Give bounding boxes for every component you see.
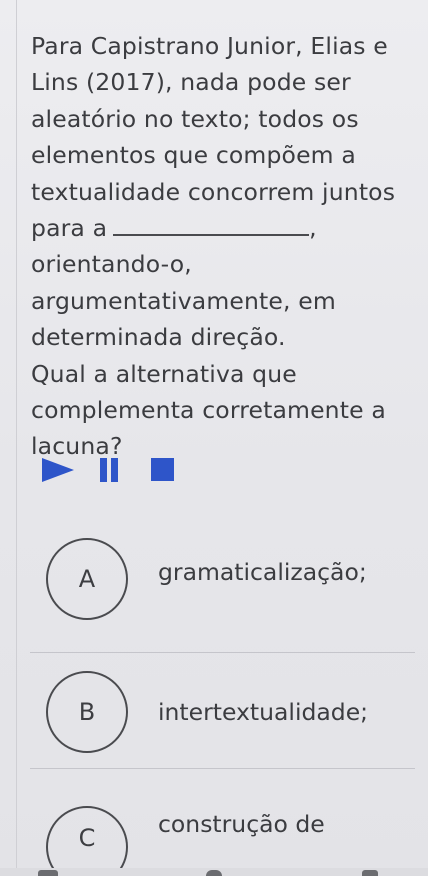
option-divider bbox=[30, 768, 415, 769]
recents-icon[interactable] bbox=[362, 870, 378, 876]
system-navigation-bar bbox=[0, 868, 428, 876]
option-c[interactable]: C construção de bbox=[46, 806, 416, 876]
question-lead: Para Capistrano Junior, Elias e Lins (20… bbox=[31, 32, 396, 243]
option-c-text[interactable]: construção de bbox=[158, 810, 325, 838]
answer-blank bbox=[113, 214, 310, 237]
option-a-circle[interactable]: A bbox=[46, 538, 128, 620]
question-prompt: Qual a alternativa que complementa corre… bbox=[31, 359, 386, 461]
option-a-text[interactable]: gramaticalização; bbox=[158, 558, 367, 586]
stop-icon[interactable] bbox=[151, 458, 174, 481]
home-icon[interactable] bbox=[206, 870, 222, 876]
option-divider bbox=[30, 652, 415, 653]
left-border-rule bbox=[16, 0, 17, 876]
blank-comma: , bbox=[309, 214, 317, 243]
play-icon[interactable] bbox=[42, 458, 74, 482]
question-continuation: orientando-o, argumentativamente, em det… bbox=[31, 250, 336, 352]
pause-icon[interactable] bbox=[99, 458, 121, 482]
option-b-circle[interactable]: B bbox=[46, 671, 128, 753]
back-icon[interactable] bbox=[38, 870, 58, 876]
option-b-text[interactable]: intertextualidade; bbox=[158, 698, 368, 726]
question-statement: Para Capistrano Junior, Elias e Lins (20… bbox=[31, 28, 423, 356]
option-a[interactable]: A gramaticalização; bbox=[46, 538, 416, 622]
option-b[interactable]: B intertextualidade; bbox=[46, 671, 416, 755]
question-text: Para Capistrano Junior, Elias e Lins (20… bbox=[31, 28, 423, 465]
quiz-screen: Para Capistrano Junior, Elias e Lins (20… bbox=[0, 0, 428, 876]
audio-player-controls bbox=[42, 456, 202, 486]
option-c-circle[interactable]: C bbox=[46, 806, 128, 876]
